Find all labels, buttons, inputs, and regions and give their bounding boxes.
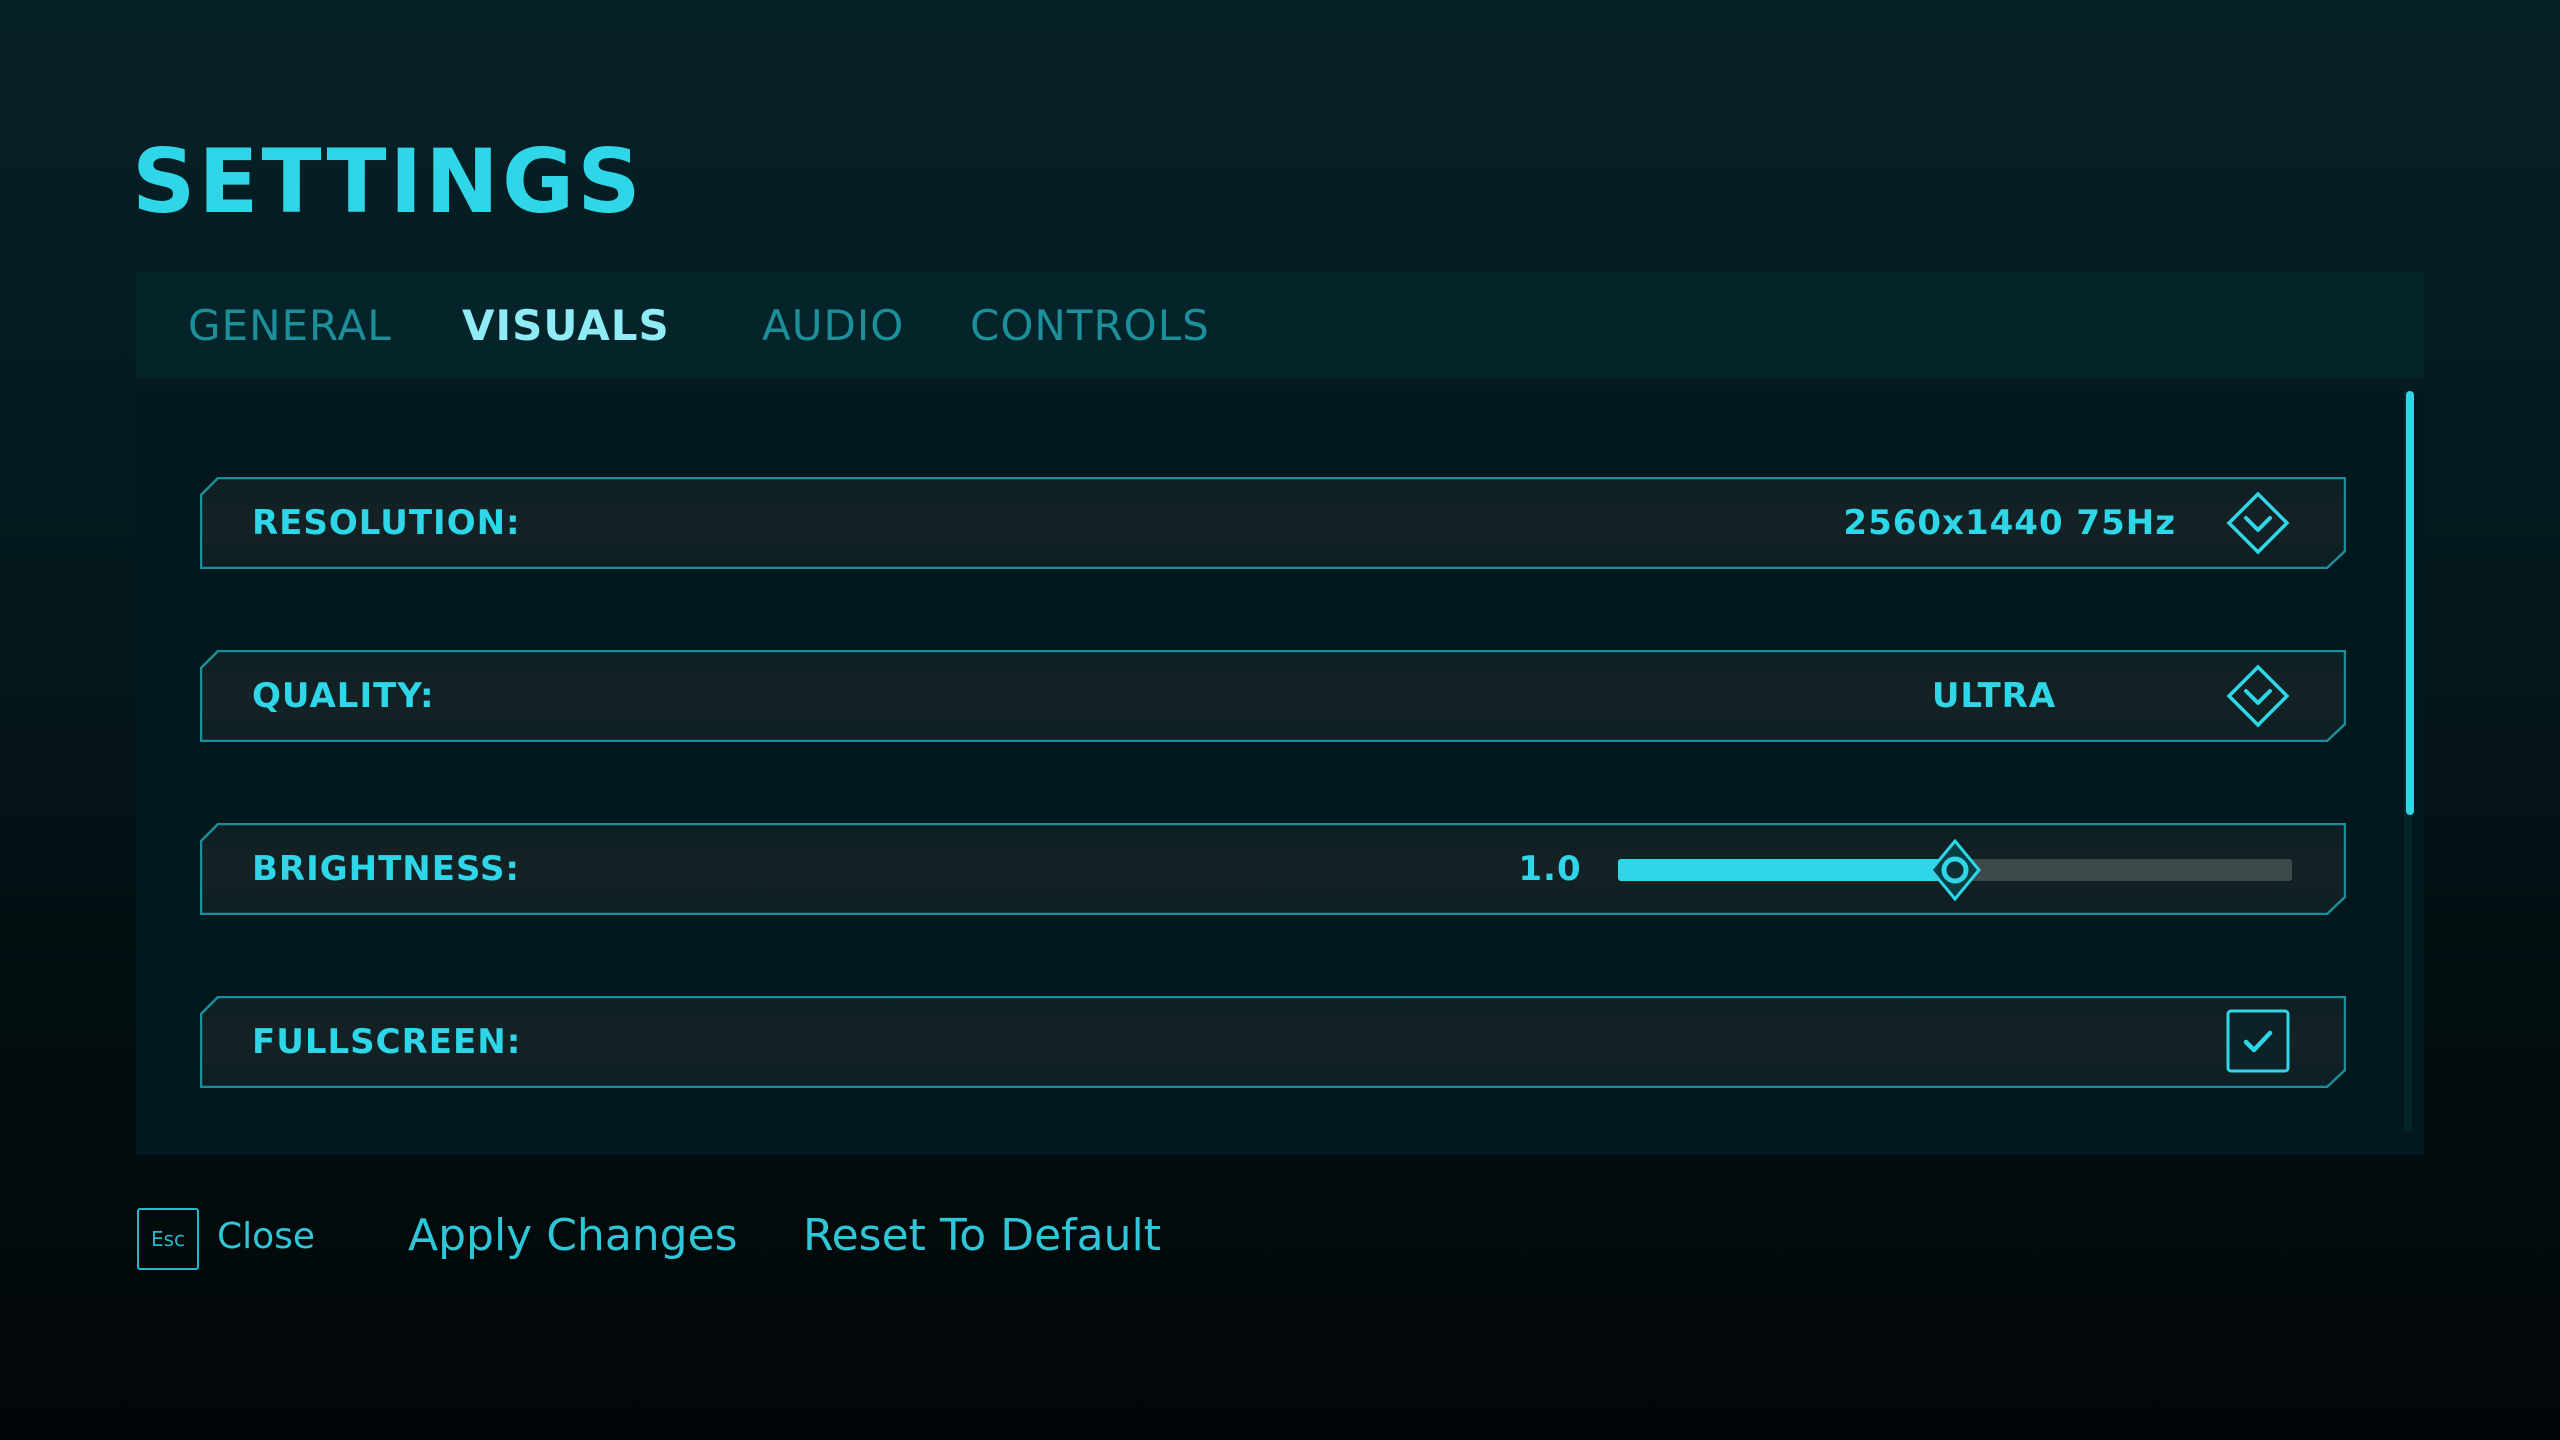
slider-fill [1618, 859, 1955, 881]
resolution-label: RESOLUTION: [252, 503, 521, 543]
tab-bar: GENERAL VISUALS AUDIO CONTROLS [136, 273, 2424, 378]
quality-value: ULTRA [1931, 676, 2057, 716]
esc-key-icon[interactable]: Esc [137, 1208, 199, 1270]
quality-label: QUALITY: [252, 676, 435, 716]
brightness-slider[interactable] [1618, 839, 2292, 901]
row-frame [200, 996, 2346, 1088]
resolution-row[interactable]: RESOLUTION: 2560x1440 75Hz [200, 477, 2346, 569]
fullscreen-row[interactable]: FULLSCREEN: [200, 996, 2346, 1088]
resolution-value: 2560x1440 75Hz [1843, 503, 2176, 543]
apply-changes-button[interactable]: Apply Changes [408, 1214, 738, 1258]
slider-handle[interactable] [1927, 839, 1983, 901]
scrollbar-thumb[interactable] [2406, 391, 2414, 815]
tab-controls[interactable]: CONTROLS [970, 305, 1210, 347]
tab-general[interactable]: GENERAL [188, 305, 392, 347]
fullscreen-label: FULLSCREEN: [252, 1022, 522, 1062]
page-title: SETTINGS [132, 130, 644, 233]
tab-visuals[interactable]: VISUALS [462, 305, 670, 347]
close-button[interactable]: Close [217, 1219, 315, 1255]
chevron-down-diamond-icon[interactable] [2226, 664, 2290, 728]
quality-row[interactable]: QUALITY: ULTRA [200, 650, 2346, 742]
reset-to-default-button[interactable]: Reset To Default [803, 1214, 1161, 1258]
brightness-value: 1.0 [1518, 849, 1582, 889]
brightness-row[interactable]: BRIGHTNESS: 1.0 [200, 823, 2346, 915]
chevron-down-diamond-icon[interactable] [2226, 491, 2290, 555]
tab-audio[interactable]: AUDIO [762, 305, 904, 347]
fullscreen-checkbox[interactable] [2226, 1009, 2290, 1073]
brightness-label: BRIGHTNESS: [252, 849, 521, 889]
